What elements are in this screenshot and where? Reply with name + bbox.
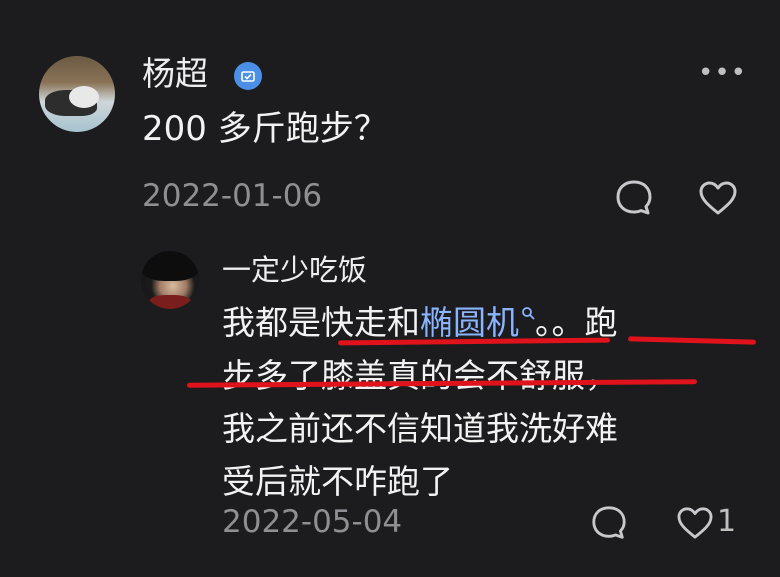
post-date: 2022-01-06 (142, 178, 323, 214)
comment-bubble-icon[interactable] (614, 178, 654, 218)
reply-user-avatar[interactable] (141, 251, 199, 309)
verified-badge-icon (234, 62, 262, 90)
heart-icon[interactable] (676, 506, 714, 540)
avatar-robe-shape (149, 295, 191, 309)
avatar-hair-shape (141, 251, 199, 281)
reply-date: 2022-05-04 (222, 504, 403, 540)
heart-icon[interactable] (698, 180, 738, 216)
post-username[interactable]: 杨超 (142, 54, 208, 94)
search-link-icon[interactable] (521, 306, 535, 320)
reply-line-3: 我之前还不信知道我洗好难 (222, 409, 618, 448)
reply-username[interactable]: 一定少吃饭 (222, 251, 367, 289)
post-text: 200 多斤跑步？ (142, 109, 388, 149)
user-avatar[interactable] (39, 56, 115, 132)
reply-line-2: 步多了膝盖真的会不舒服， (222, 356, 618, 395)
more-icon[interactable]: ••• (698, 60, 746, 86)
search-link[interactable]: 椭圆机 (420, 303, 519, 342)
like-count: 1 (717, 504, 737, 539)
avatar-cat-white-shape (69, 86, 99, 108)
reply-text: 我都是快走和椭圆机 。。跑 步多了膝盖真的会不舒服， 我之前还不信知道我洗好难 受… (222, 296, 722, 508)
comment-bubble-icon[interactable] (590, 504, 628, 542)
reply-line-4: 受后就不咋跑了 (222, 462, 453, 501)
